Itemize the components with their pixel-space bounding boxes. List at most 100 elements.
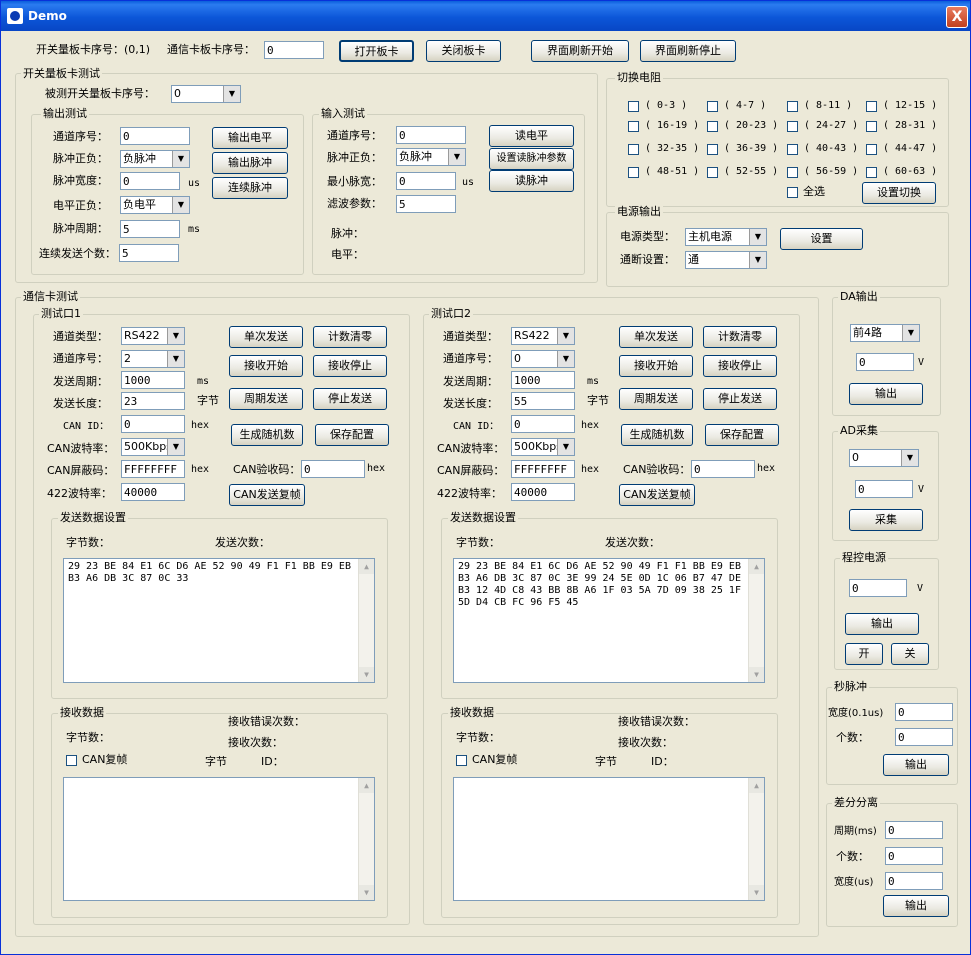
send-data-textarea[interactable]: 29 23 BE 84 E1 6C D6 AE 52 90 49 F1 F1 B… bbox=[63, 558, 375, 683]
ad-channel-select[interactable]: 0 ▼ bbox=[849, 449, 919, 467]
read-level-button[interactable]: 读电平 bbox=[489, 125, 574, 147]
resistor-checkbox[interactable] bbox=[707, 121, 718, 132]
out-level-select[interactable]: 负电平 ▼ bbox=[120, 196, 190, 214]
channel-select[interactable]: 0 ▼ bbox=[511, 350, 575, 368]
in-channel-input[interactable]: 0 bbox=[396, 126, 466, 144]
clear-count-button[interactable]: 计数清零 bbox=[703, 326, 777, 348]
scroll-up-icon[interactable]: ▲ bbox=[359, 778, 374, 793]
chevron-down-icon[interactable]: ▼ bbox=[167, 351, 184, 367]
ad-capture-button[interactable]: 采集 bbox=[849, 509, 923, 531]
can-send-reset-button[interactable]: CAN发送复帧 bbox=[229, 484, 305, 506]
length-input[interactable]: 55 bbox=[511, 392, 575, 410]
resistor-checkbox[interactable] bbox=[866, 121, 877, 132]
save-config-button[interactable]: 保存配置 bbox=[315, 424, 389, 446]
recv-data-textarea[interactable]: ▲ ▼ bbox=[63, 777, 375, 901]
power-onoff-select[interactable]: 通 ▼ bbox=[685, 251, 767, 269]
resistor-checkbox[interactable] bbox=[628, 167, 639, 178]
chevron-down-icon[interactable]: ▼ bbox=[557, 439, 574, 455]
can-check-input[interactable]: 0 bbox=[691, 460, 755, 478]
chevron-down-icon[interactable]: ▼ bbox=[749, 252, 766, 268]
da-value-input[interactable]: 0 bbox=[856, 353, 914, 371]
send-scrollbar[interactable]: ▲ ▼ bbox=[358, 559, 374, 682]
read-pulse-button[interactable]: 读脉冲 bbox=[489, 170, 574, 192]
chevron-down-icon[interactable]: ▼ bbox=[448, 149, 465, 165]
resistor-checkbox[interactable] bbox=[707, 101, 718, 112]
out-width-input[interactable]: 0 bbox=[120, 172, 180, 190]
resistor-checkbox[interactable] bbox=[628, 144, 639, 155]
resistor-checkbox[interactable] bbox=[866, 101, 877, 112]
chevron-down-icon[interactable]: ▼ bbox=[557, 328, 574, 344]
refresh-start-button[interactable]: 界面刷新开始 bbox=[531, 40, 629, 62]
close-button[interactable]: X bbox=[946, 6, 968, 28]
chevron-down-icon[interactable]: ▼ bbox=[167, 328, 184, 344]
set-switch-button[interactable]: 设置切换 bbox=[862, 182, 936, 204]
clear-count-button[interactable]: 计数清零 bbox=[313, 326, 387, 348]
open-card-button[interactable]: 打开板卡 bbox=[339, 40, 414, 62]
sec-pulse-count-input[interactable]: 0 bbox=[895, 728, 953, 746]
resistor-checkbox[interactable] bbox=[787, 121, 798, 132]
random-button[interactable]: 生成随机数 bbox=[231, 424, 303, 446]
scroll-up-icon[interactable]: ▲ bbox=[749, 778, 764, 793]
can-baud-select[interactable]: 500Kbps ▼ bbox=[121, 438, 185, 456]
out-polarity-select[interactable]: 负脉冲 ▼ bbox=[120, 150, 190, 168]
channel-select[interactable]: 2 ▼ bbox=[121, 350, 185, 368]
chevron-down-icon[interactable]: ▼ bbox=[172, 197, 189, 213]
single-send-button[interactable]: 单次发送 bbox=[229, 326, 303, 348]
title-bar[interactable]: Demo X bbox=[1, 1, 970, 31]
chevron-down-icon[interactable]: ▼ bbox=[901, 450, 918, 466]
out-channel-input[interactable]: 0 bbox=[120, 127, 190, 145]
diff-period-input[interactable]: 0 bbox=[885, 821, 943, 839]
send-scrollbar[interactable]: ▲ ▼ bbox=[748, 559, 764, 682]
chevron-down-icon[interactable]: ▼ bbox=[902, 325, 919, 341]
send-data-textarea[interactable]: 29 23 BE 84 E1 6C D6 AE 52 90 49 F1 F1 B… bbox=[453, 558, 765, 683]
scroll-up-icon[interactable]: ▲ bbox=[749, 559, 764, 574]
diff-output-button[interactable]: 输出 bbox=[883, 895, 949, 917]
prog-power-on-button[interactable]: 开 bbox=[845, 643, 883, 665]
recv-scrollbar[interactable]: ▲ ▼ bbox=[748, 778, 764, 900]
cycle-send-button[interactable]: 周期发送 bbox=[229, 388, 303, 410]
in-filter-input[interactable]: 5 bbox=[396, 195, 456, 213]
resistor-checkbox[interactable] bbox=[628, 121, 639, 132]
recv-start-button[interactable]: 接收开始 bbox=[619, 355, 693, 377]
canid-input[interactable]: 0 bbox=[121, 415, 185, 433]
refresh-stop-button[interactable]: 界面刷新停止 bbox=[640, 40, 736, 62]
can-mask-input[interactable]: FFFFFFFF bbox=[121, 460, 185, 478]
recv-scrollbar[interactable]: ▲ ▼ bbox=[358, 778, 374, 900]
resistor-checkbox[interactable] bbox=[866, 167, 877, 178]
can-mask-input[interactable]: FFFFFFFF bbox=[511, 460, 575, 478]
baud422-input[interactable]: 40000 bbox=[511, 483, 575, 501]
stop-send-button[interactable]: 停止发送 bbox=[703, 388, 777, 410]
type-select[interactable]: RS422 ▼ bbox=[121, 327, 185, 345]
scroll-up-icon[interactable]: ▲ bbox=[359, 559, 374, 574]
canid-input[interactable]: 0 bbox=[511, 415, 575, 433]
in-polarity-select[interactable]: 负脉冲 ▼ bbox=[396, 148, 466, 166]
chevron-down-icon[interactable]: ▼ bbox=[167, 439, 184, 455]
single-send-button[interactable]: 单次发送 bbox=[619, 326, 693, 348]
close-card-button[interactable]: 关闭板卡 bbox=[426, 40, 501, 62]
length-input[interactable]: 23 bbox=[121, 392, 185, 410]
set-read-pulse-button[interactable]: 设置读脉冲参数 bbox=[489, 148, 574, 170]
period-input[interactable]: 1000 bbox=[121, 371, 185, 389]
can-reset-checkbox[interactable] bbox=[66, 755, 77, 766]
recv-stop-button[interactable]: 接收停止 bbox=[703, 355, 777, 377]
continuous-pulse-button[interactable]: 连续脉冲 bbox=[212, 177, 288, 199]
resistor-checkbox[interactable] bbox=[866, 144, 877, 155]
chevron-down-icon[interactable]: ▼ bbox=[749, 229, 766, 245]
prog-power-input[interactable]: 0 bbox=[849, 579, 907, 597]
scroll-down-icon[interactable]: ▼ bbox=[749, 667, 764, 682]
resistor-checkbox[interactable] bbox=[787, 144, 798, 155]
can-reset-checkbox[interactable] bbox=[456, 755, 467, 766]
chevron-down-icon[interactable]: ▼ bbox=[557, 351, 574, 367]
power-set-button[interactable]: 设置 bbox=[780, 228, 863, 250]
scroll-down-icon[interactable]: ▼ bbox=[749, 885, 764, 900]
random-button[interactable]: 生成随机数 bbox=[621, 424, 693, 446]
da-output-button[interactable]: 输出 bbox=[849, 383, 923, 405]
da-channel-select[interactable]: 前4路 ▼ bbox=[850, 324, 920, 342]
resistor-checkbox[interactable] bbox=[707, 167, 718, 178]
out-period-input[interactable]: 5 bbox=[120, 220, 180, 238]
cycle-send-button[interactable]: 周期发送 bbox=[619, 388, 693, 410]
diff-count-input[interactable]: 0 bbox=[885, 847, 943, 865]
recv-start-button[interactable]: 接收开始 bbox=[229, 355, 303, 377]
can-send-reset-button[interactable]: CAN发送复帧 bbox=[619, 484, 695, 506]
in-minwidth-input[interactable]: 0 bbox=[396, 172, 456, 190]
